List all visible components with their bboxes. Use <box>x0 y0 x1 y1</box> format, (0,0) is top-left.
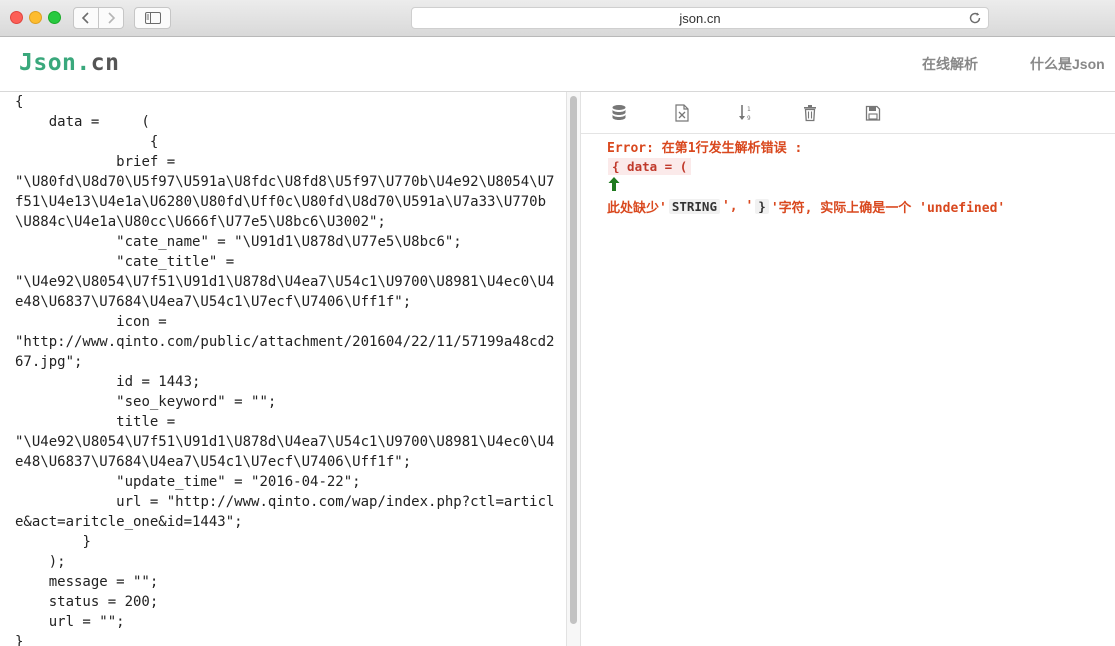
error-message: 此处缺少' STRING ', '} '字符, 实际上确是一个 'undefined' <box>607 197 1005 216</box>
error-msg-prefix: 此处缺少' <box>607 201 667 216</box>
save-icon <box>865 105 881 121</box>
nav-online-parse[interactable]: 在线解析 <box>922 54 978 74</box>
svg-text:9: 9 <box>747 115 751 122</box>
window-maximize-button[interactable] <box>48 11 61 24</box>
window-close-button[interactable] <box>10 11 23 24</box>
database-icon <box>612 105 626 120</box>
error-token-brace: } <box>755 199 769 214</box>
delete-button[interactable] <box>800 102 820 124</box>
trash-icon <box>804 105 816 122</box>
sort-button[interactable]: 1 9 <box>736 102 756 124</box>
error-code-snippet: { data = ( <box>608 158 692 175</box>
chevron-left-icon <box>81 12 89 24</box>
sidebar-toggle-button[interactable] <box>134 7 171 29</box>
url-text: json.cn <box>679 10 721 26</box>
save-button[interactable] <box>863 102 883 124</box>
result-panel: 1 9 Error: 在第1行发生解析错误 : { data = ( 此处缺少'… <box>581 92 1115 646</box>
editor-content[interactable]: { data = ( { brief = "\U80fd\U8d70\U5f97… <box>15 92 560 646</box>
nav-what-is-json[interactable]: 什么是Json <box>1030 54 1105 74</box>
address-bar[interactable]: json.cn <box>411 7 989 29</box>
window-minimize-button[interactable] <box>29 11 42 24</box>
site-header: Json.cn 在线解析 什么是Json <box>0 38 1115 92</box>
result-toolbar: 1 9 <box>581 92 1115 134</box>
excel-icon <box>675 104 689 122</box>
error-msg-suffix: '字符, 实际上确是一个 'undefined' <box>770 201 1006 216</box>
scrollbar-thumb[interactable] <box>570 96 577 624</box>
svg-text:1: 1 <box>747 106 751 113</box>
forward-button[interactable] <box>98 7 124 29</box>
back-button[interactable] <box>73 7 99 29</box>
excel-button[interactable] <box>672 102 692 124</box>
sort-icon: 1 9 <box>739 105 751 122</box>
editor-scrollbar[interactable] <box>566 92 581 646</box>
site-logo[interactable]: Json.cn <box>19 50 119 76</box>
error-msg-mid: ', ' <box>721 199 754 214</box>
reload-icon[interactable] <box>968 11 982 25</box>
browser-toolbar: json.cn <box>0 0 1115 37</box>
json-input-editor[interactable]: { data = ( { brief = "\U80fd\U8d70\U5f97… <box>0 92 566 646</box>
database-button[interactable] <box>609 102 629 124</box>
arrow-up-icon <box>608 177 620 191</box>
error-token-string: STRING <box>668 199 720 214</box>
chevron-right-icon <box>108 12 116 24</box>
sidebar-icon <box>144 12 161 24</box>
error-title: Error: 在第1行发生解析错误 : <box>607 141 803 156</box>
logo-cn: cn <box>90 50 120 76</box>
logo-json: Json. <box>19 50 91 76</box>
